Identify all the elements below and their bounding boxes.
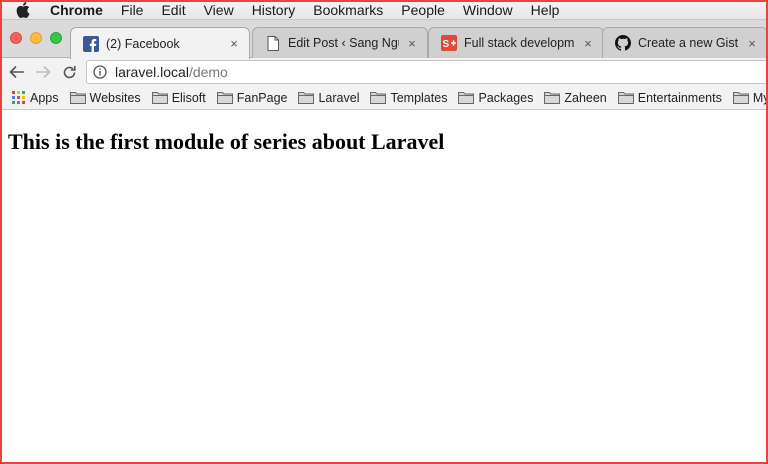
bookmark-label: FanPage [236, 90, 288, 105]
tab-full-stack[interactable]: S Full stack development × [428, 27, 604, 58]
url-path: /demo [188, 64, 228, 80]
tab-title: Edit Post ‹ Sang Nguyen [288, 36, 399, 50]
folder-icon [298, 91, 315, 104]
menu-file[interactable]: File [112, 0, 153, 20]
tab-close-icon[interactable]: × [405, 36, 419, 51]
menu-history[interactable]: History [243, 0, 305, 20]
tab-github-gist[interactable]: Create a new Gist × [602, 27, 768, 58]
back-arrow-icon[interactable] [6, 61, 28, 83]
folder-icon [732, 91, 749, 104]
folder-icon [458, 91, 475, 104]
bookmark-zaheen[interactable]: Zaheen [544, 90, 607, 105]
menu-people[interactable]: People [392, 0, 454, 20]
folder-icon [151, 91, 168, 104]
folder-icon [370, 91, 387, 104]
zoom-window-button[interactable] [50, 32, 62, 44]
menu-bookmarks[interactable]: Bookmarks [304, 0, 392, 20]
bookmark-label: Entertainments [637, 90, 722, 105]
bookmark-apps[interactable]: Apps [10, 91, 59, 105]
bookmark-label: Templates [390, 90, 448, 105]
tab-edit-post[interactable]: Edit Post ‹ Sang Nguyen × [252, 27, 428, 58]
tab-close-icon[interactable]: × [745, 36, 759, 51]
bookmark-label: Laravel [318, 90, 360, 105]
minimize-window-button[interactable] [30, 32, 42, 44]
folder-icon [544, 91, 561, 104]
url-host: laravel.local [115, 64, 189, 80]
folder-icon [69, 91, 86, 104]
bookmark-label: Elisoft [171, 90, 206, 105]
address-bar[interactable]: laravel.local/demo [86, 60, 768, 84]
browser-toolbar: laravel.local/demo [0, 58, 768, 86]
bookmark-laravel[interactable]: Laravel [298, 91, 359, 105]
apple-logo-icon[interactable] [14, 1, 32, 18]
menu-edit[interactable]: Edit [152, 0, 194, 20]
bookmark-packages[interactable]: Packages [458, 91, 533, 105]
mac-menu-bar: Chrome File Edit View History Bookmarks … [0, 0, 768, 20]
bookmark-templates[interactable]: Templates [370, 91, 447, 105]
folder-icon [216, 91, 233, 104]
document-icon [265, 35, 281, 51]
menu-window[interactable]: Window [454, 0, 522, 20]
tab-close-icon[interactable]: × [581, 36, 595, 51]
github-icon [615, 35, 631, 51]
info-icon[interactable] [93, 65, 107, 79]
menu-help[interactable]: Help [522, 0, 569, 20]
google-plus-icon: S [441, 35, 457, 51]
bookmark-mypage[interactable]: Mypage [732, 90, 768, 105]
menu-chrome[interactable]: Chrome [44, 0, 112, 20]
bookmarks-bar: Apps Websites Elisoft FanPage Laravel Te… [0, 86, 768, 110]
folder-icon [617, 91, 634, 104]
page-heading: This is the first module of series about… [8, 129, 445, 154]
tab-facebook[interactable]: (2) Facebook × [70, 27, 250, 59]
reload-icon[interactable] [58, 61, 80, 83]
tab-strip: (2) Facebook × Edit Post ‹ Sang Nguyen ×… [0, 20, 768, 59]
page-viewport: This is the first module of series about… [0, 111, 768, 464]
bookmark-websites[interactable]: Websites [69, 90, 141, 105]
tab-close-icon[interactable]: × [227, 36, 241, 51]
bookmark-label: Apps [30, 90, 59, 105]
bookmark-elisoft[interactable]: Elisoft [151, 90, 206, 105]
svg-text:S: S [443, 39, 450, 50]
bookmark-label: Mypage [752, 90, 768, 105]
facebook-icon [83, 35, 99, 52]
menu-view[interactable]: View [195, 0, 243, 20]
bookmark-label: Websites [89, 90, 141, 105]
tab-title: Create a new Gist [638, 36, 739, 50]
bookmark-label: Packages [478, 90, 534, 105]
bookmark-fanpage[interactable]: FanPage [216, 90, 288, 105]
bookmark-entertainments[interactable]: Entertainments [617, 90, 722, 105]
forward-arrow-icon[interactable] [32, 61, 54, 83]
close-window-button[interactable] [10, 32, 22, 44]
tab-title: (2) Facebook [106, 36, 180, 51]
window-controls [10, 32, 62, 44]
tab-title: Full stack development [464, 36, 575, 50]
apps-grid-icon [10, 91, 26, 104]
bookmark-label: Zaheen [564, 90, 607, 105]
